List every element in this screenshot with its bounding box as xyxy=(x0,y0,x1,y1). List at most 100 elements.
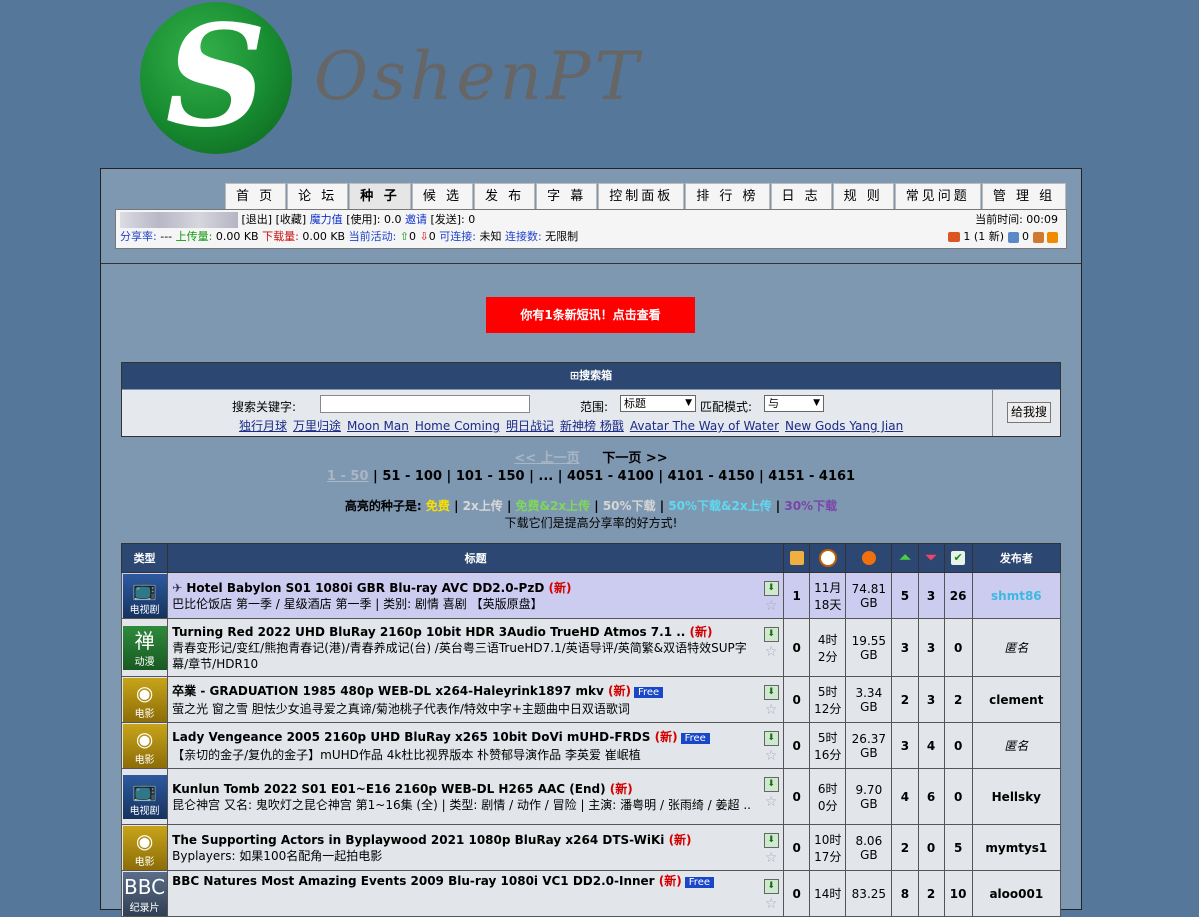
nav-tab[interactable]: 管 理 组 xyxy=(981,183,1067,210)
sent-messages-icon[interactable] xyxy=(1007,231,1019,243)
torrent-row[interactable]: 📺 电视剧 Kunlun Tomb 2022 S01 E01~E16 2160p W… xyxy=(120,768,1062,825)
quick-search-link[interactable]: Home Coming xyxy=(415,419,500,433)
torrent-row[interactable]: 📺 电视剧 ✈ Hotel Babylon S01 1080i GBR Blu-ra… xyxy=(120,572,1062,619)
match-select[interactable]: 与 ▼ xyxy=(764,395,824,412)
quick-search-link[interactable]: Avatar The Way of Water xyxy=(630,419,779,433)
torrent-row[interactable]: ◉ 电影 The Supporting Actors in Byplaywood 2… xyxy=(120,824,1062,871)
download-icon[interactable]: ⬇ xyxy=(763,879,779,894)
leechers-count[interactable]: 3 xyxy=(917,676,945,723)
torrent-title[interactable]: Turning Red 2022 UHD BluRay 2160p 10bit … xyxy=(172,625,685,639)
page-link[interactable]: 4101 - 4150 xyxy=(668,469,755,484)
completed-count[interactable]: 0 xyxy=(943,722,973,769)
completed-count[interactable]: 26 xyxy=(943,572,973,619)
torrent-row[interactable]: ◉ 电影 Lady Vengeance 2005 2160p UHD BluRay … xyxy=(120,722,1062,769)
quick-search-link[interactable]: New Gods Yang Jian xyxy=(785,419,903,433)
site-logo[interactable]: S OshenPT xyxy=(140,2,660,158)
page-link[interactable]: 51 - 100 xyxy=(382,469,442,484)
download-icon[interactable]: ⬇ xyxy=(763,833,779,848)
page-link[interactable]: 1 - 50 xyxy=(327,469,369,484)
category-badge[interactable]: 📺 电视剧 xyxy=(122,774,167,819)
sent-count[interactable]: 0 xyxy=(1022,230,1029,243)
nav-tab[interactable]: 字 幕 xyxy=(536,183,598,210)
col-time[interactable] xyxy=(809,543,847,573)
category-badge[interactable]: BBC 纪录片 xyxy=(122,871,167,916)
download-icon[interactable]: ⬇ xyxy=(763,731,779,746)
bookmark-star-icon[interactable]: ☆ xyxy=(763,702,779,718)
quick-search-link[interactable]: Moon Man xyxy=(347,419,409,433)
favorites-link[interactable]: [收藏] xyxy=(276,213,307,226)
bookmark-star-icon[interactable]: ☆ xyxy=(763,794,779,810)
seeders-count[interactable]: 3 xyxy=(891,618,919,677)
leechers-count[interactable]: 0 xyxy=(917,824,945,871)
nav-tab[interactable]: 论 坛 xyxy=(287,183,349,210)
download-icon[interactable]: ⬇ xyxy=(763,777,779,792)
next-page-link[interactable]: 下一页 >> xyxy=(602,451,667,466)
inbox-icon[interactable] xyxy=(947,232,960,242)
torrent-row[interactable]: ◉ 电影 卒業 - GRADUATION 1985 480p WEB-DL x264… xyxy=(120,676,1062,723)
col-leechers[interactable]: ⏷ xyxy=(917,543,945,573)
bonus-link[interactable]: 魔力值 xyxy=(310,213,343,226)
page-link[interactable]: 4051 - 4100 xyxy=(567,469,654,484)
quick-search-link[interactable]: 独行月球 xyxy=(239,419,287,433)
nav-tab[interactable]: 控制面板 xyxy=(598,183,685,210)
nav-tab[interactable]: 排 行 榜 xyxy=(685,183,770,210)
leechers-count[interactable]: 3 xyxy=(917,572,945,619)
search-box-header[interactable]: ⊞搜索箱 xyxy=(122,363,1060,389)
download-icon[interactable]: ⬇ xyxy=(763,581,779,596)
comments-count[interactable]: 1 xyxy=(783,572,811,619)
col-completed[interactable]: ✔ xyxy=(943,543,973,573)
uploader[interactable]: shmt86 xyxy=(971,572,1062,619)
uploader[interactable]: 匿名 xyxy=(971,722,1062,769)
completed-count[interactable]: 2 xyxy=(943,676,973,723)
col-size[interactable] xyxy=(845,543,893,573)
expand-icon[interactable]: ⊞ xyxy=(570,369,579,382)
inbox-count[interactable]: 1 (1 新) xyxy=(963,230,1004,243)
category-badge[interactable]: 📺 电视剧 xyxy=(122,573,167,618)
bookmark-star-icon[interactable]: ☆ xyxy=(763,644,779,660)
logout-link[interactable]: [退出] xyxy=(242,213,273,226)
category-badge[interactable]: ◉ 电影 xyxy=(122,677,167,722)
seeders-count[interactable]: 5 xyxy=(891,572,919,619)
leechers-count[interactable]: 2 xyxy=(917,870,945,917)
nav-tab[interactable]: 日 志 xyxy=(770,183,832,210)
search-button[interactable]: 给我搜 xyxy=(1007,402,1052,423)
col-uploader[interactable]: 发布者 xyxy=(971,543,1062,573)
col-comments[interactable] xyxy=(783,543,811,573)
comments-count[interactable]: 0 xyxy=(783,676,811,723)
uploader[interactable]: aloo001 xyxy=(971,870,1062,917)
quick-search-link[interactable]: 新神榜 杨戬 xyxy=(560,419,624,433)
torrent-title[interactable]: The Supporting Actors in Byplaywood 2021… xyxy=(172,833,664,847)
page-link[interactable]: 101 - 150 xyxy=(456,469,525,484)
invite-link[interactable]: 邀请 xyxy=(405,213,427,226)
leechers-count[interactable]: 4 xyxy=(917,722,945,769)
torrent-title[interactable]: Lady Vengeance 2005 2160p UHD BluRay x26… xyxy=(172,730,650,744)
col-title[interactable]: 标题 xyxy=(167,543,785,573)
completed-count[interactable]: 0 xyxy=(943,768,973,825)
comments-count[interactable]: 0 xyxy=(783,870,811,917)
comments-count[interactable]: 0 xyxy=(783,618,811,677)
friends-icon[interactable] xyxy=(1032,231,1044,243)
torrent-title[interactable]: Kunlun Tomb 2022 S01 E01~E16 2160p WEB-D… xyxy=(172,782,605,796)
uploader[interactable]: clement xyxy=(971,676,1062,723)
comments-count[interactable]: 0 xyxy=(783,722,811,769)
quick-search-link[interactable]: 明日战记 xyxy=(506,419,554,433)
bookmark-star-icon[interactable]: ☆ xyxy=(763,748,779,764)
uploader[interactable]: mymtys1 xyxy=(971,824,1062,871)
nav-tab[interactable]: 规 则 xyxy=(832,183,894,210)
comments-count[interactable]: 0 xyxy=(783,768,811,825)
download-icon[interactable]: ⬇ xyxy=(763,627,779,642)
seeders-count[interactable]: 2 xyxy=(891,824,919,871)
col-type[interactable]: 类型 xyxy=(120,543,169,573)
torrent-row[interactable]: 禅动漫 Turning Red 2022 UHD BluRay 2160p 10b… xyxy=(120,618,1062,677)
bookmark-star-icon[interactable]: ☆ xyxy=(763,850,779,866)
seeders-count[interactable]: 2 xyxy=(891,676,919,723)
torrent-title[interactable]: 卒業 - GRADUATION 1985 480p WEB-DL x264-Ha… xyxy=(172,684,604,698)
leechers-count[interactable]: 6 xyxy=(917,768,945,825)
quick-search-link[interactable]: 万里归途 xyxy=(293,419,341,433)
new-message-notice[interactable]: 你有1条新短讯！点击查看 xyxy=(486,297,695,333)
page-link[interactable]: 4151 - 4161 xyxy=(768,469,855,484)
download-icon[interactable]: ⬇ xyxy=(763,685,779,700)
rss-icon[interactable] xyxy=(1047,231,1058,243)
seeders-count[interactable]: 8 xyxy=(891,870,919,917)
nav-tab[interactable]: 发 布 xyxy=(473,183,536,210)
